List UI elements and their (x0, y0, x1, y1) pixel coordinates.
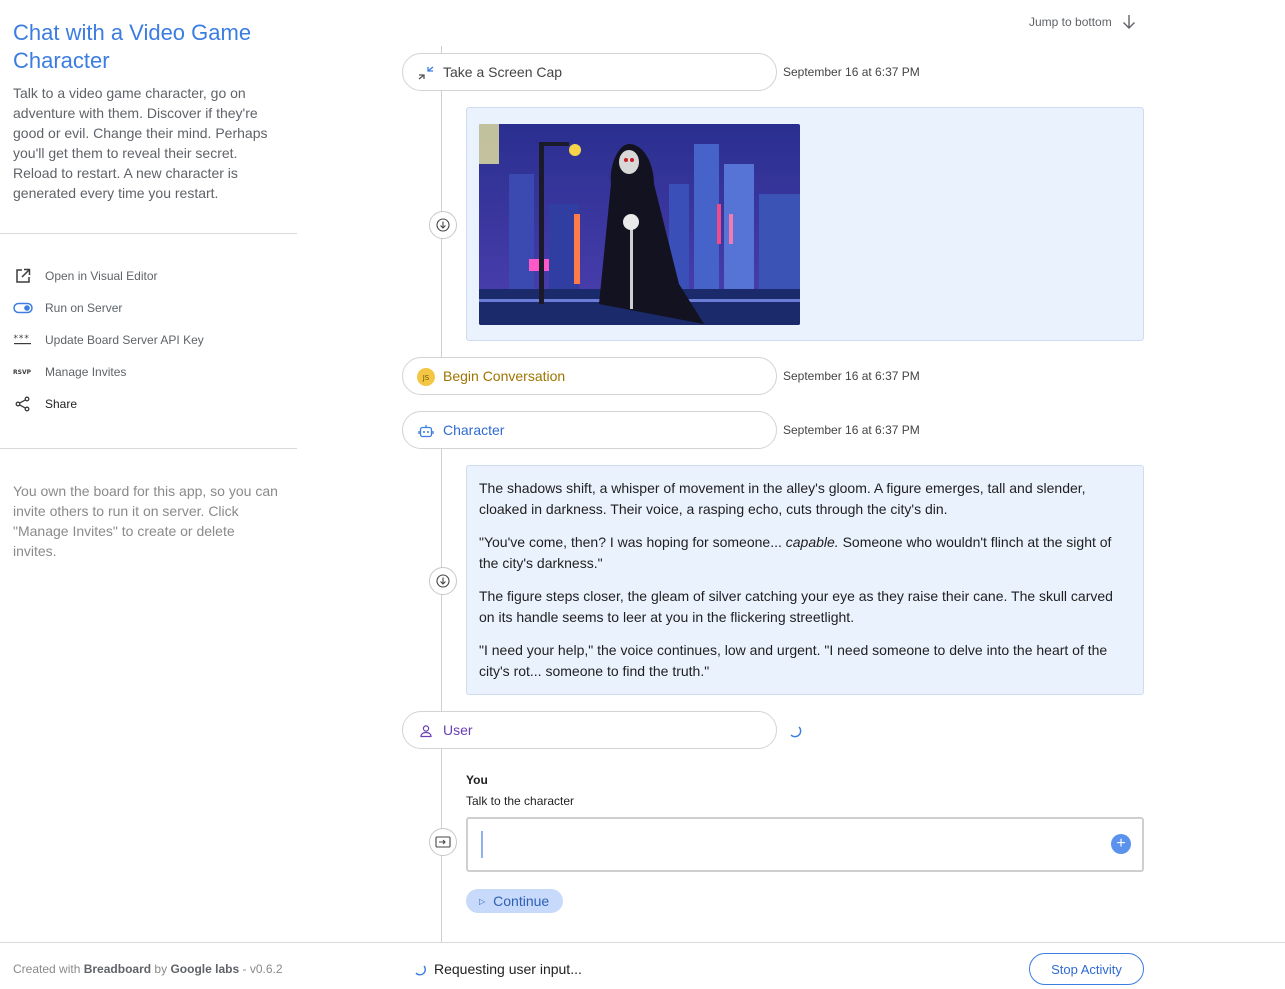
svg-text:***: *** (13, 334, 29, 344)
node-label: User (443, 722, 473, 738)
sidebar-divider (0, 233, 297, 234)
story-paragraph: The shadows shift, a whisper of movement… (479, 480, 1086, 517)
footer-brand: Breadboard (83, 962, 152, 976)
share-icon (13, 394, 33, 414)
menu-label: Run on Server (45, 301, 123, 315)
continue-button[interactable]: ▷ Continue (466, 889, 563, 913)
node-timestamp: September 16 at 6:37 PM (783, 369, 920, 383)
open-external-icon (13, 266, 33, 286)
menu-manage-invites[interactable]: RSVP Manage Invites (0, 356, 297, 388)
story-paragraph: "I need your help," the voice continues,… (479, 642, 1108, 679)
sidebar-divider (0, 448, 297, 449)
input-icon (435, 836, 451, 848)
story-text: "You've come, then? I was hoping for som… (479, 534, 786, 550)
node-label: Character (443, 422, 505, 438)
loading-spinner-icon (790, 726, 802, 738)
menu-open-visual-editor[interactable]: Open in Visual Editor (0, 260, 297, 292)
footer-by: by (154, 962, 168, 976)
loading-spinner-icon (415, 965, 427, 976)
menu-label: Update Board Server API Key (45, 333, 204, 347)
footer-version: - v0.6.2 (242, 962, 283, 976)
menu-share[interactable]: Share (0, 388, 297, 420)
text-caret (481, 831, 483, 858)
app-description: Talk to a video game character, go on ad… (13, 85, 268, 201)
play-icon: ▷ (479, 896, 486, 906)
asterisks-icon: *** (13, 330, 33, 350)
story-paragraph: The figure steps closer, the gleam of si… (479, 588, 1113, 625)
footer-org: Google labs (170, 962, 240, 976)
node-character[interactable]: Character (402, 411, 777, 449)
input-owner-label: You (466, 773, 488, 787)
continue-label: Continue (493, 893, 550, 909)
menu-label: Share (45, 397, 78, 411)
svg-text:RSVP: RSVP (13, 369, 32, 376)
rsvp-icon: RSVP (13, 362, 33, 382)
sidebar: Chat with a Video Game Character Talk to… (0, 0, 297, 942)
add-attachment-button[interactable]: + (1111, 834, 1131, 854)
sidebar-menu: Open in Visual Editor Run on Server *** … (0, 260, 297, 420)
node-user[interactable]: User (402, 711, 777, 749)
story-paragraph: "You've come, then? I was hoping for som… (479, 532, 1131, 574)
node-label: Begin Conversation (443, 368, 566, 384)
story-emphasis: capable. (785, 534, 839, 550)
menu-update-api-key[interactable]: *** Update Board Server API Key (0, 324, 297, 356)
screen-cap-icon (416, 63, 436, 83)
plus-icon: + (1116, 835, 1126, 852)
menu-label: Open in Visual Editor (45, 269, 158, 283)
toggle-icon (13, 298, 33, 318)
footer-credit: Created with Breadboard by Google labs -… (13, 962, 283, 976)
download-icon (436, 574, 450, 588)
download-button[interactable] (429, 211, 457, 239)
screen-capture-image (479, 124, 800, 325)
jump-label: Jump to bottom (1029, 15, 1112, 29)
user-icon (416, 721, 436, 741)
input-mode-button[interactable] (429, 828, 457, 856)
menu-run-on-server[interactable]: Run on Server (0, 292, 297, 324)
node-begin-conversation[interactable]: JS Begin Conversation (402, 357, 777, 395)
owner-note: You own the board for this app, so you c… (13, 483, 278, 559)
stop-activity-button[interactable]: Stop Activity (1029, 953, 1144, 985)
node-timestamp: September 16 at 6:37 PM (783, 423, 920, 437)
character-output: The shadows shift, a whisper of movement… (466, 465, 1144, 695)
node-timestamp: September 16 at 6:37 PM (783, 65, 920, 79)
input-description: Talk to the character (466, 794, 575, 808)
svg-text:JS: JS (422, 374, 430, 382)
download-icon (436, 218, 450, 232)
download-button[interactable] (429, 567, 457, 595)
node-label: Take a Screen Cap (443, 64, 563, 80)
screen-cap-output (466, 107, 1144, 341)
js-icon: JS (416, 367, 436, 387)
footer-prefix: Created with (13, 962, 81, 976)
status-bar-divider (297, 942, 1285, 943)
status-indicator: Requesting user input... (413, 961, 582, 977)
arrow-down-icon (1122, 15, 1135, 29)
app-title: Chat with a Video Game Character (13, 20, 252, 73)
jump-to-bottom-button[interactable]: Jump to bottom (1029, 14, 1136, 30)
menu-label: Manage Invites (45, 365, 127, 379)
chat-input[interactable]: + (466, 817, 1144, 872)
robot-icon (416, 421, 436, 441)
node-take-screen-cap[interactable]: Take a Screen Cap (402, 53, 777, 91)
status-text: Requesting user input... (434, 961, 582, 977)
footer-divider (0, 942, 297, 943)
